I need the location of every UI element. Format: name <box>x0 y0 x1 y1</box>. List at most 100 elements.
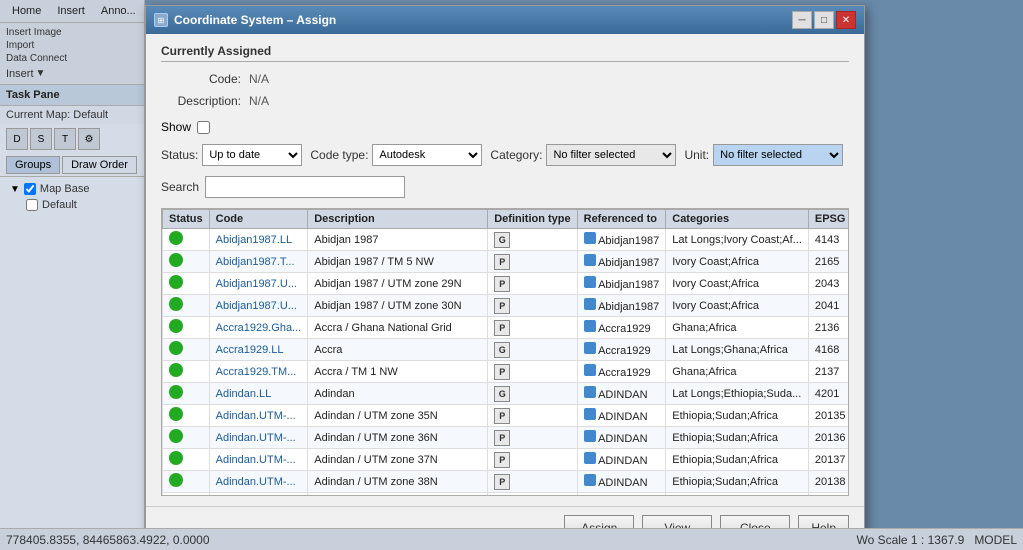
deftype-badge: P <box>494 298 510 314</box>
table-row[interactable]: Adindan.UTM-...Adindan / UTM zone 37NP A… <box>163 449 849 471</box>
cell-epsg: 20136 <box>808 427 848 449</box>
status-select[interactable]: Up to date <box>202 144 302 166</box>
table-row[interactable]: Adindan.UTM-...Adindan / UTM zone 36NP A… <box>163 427 849 449</box>
menu-home[interactable]: Home <box>4 2 49 20</box>
deftype-badge: P <box>494 364 510 380</box>
category-select[interactable]: No filter selected <box>546 144 676 166</box>
table-row[interactable]: Accra1929.Gha...Accra / Ghana National G… <box>163 317 849 339</box>
status-ok-icon <box>169 297 183 311</box>
table-row[interactable]: Accra1929.LLAccraG Accra1929Lat Longs;Gh… <box>163 339 849 361</box>
cell-code: Adindan.UTM-... <box>209 449 308 471</box>
cell-code: Abidjan1987.T... <box>209 251 308 273</box>
deftype-badge: P <box>494 452 510 468</box>
ref-icon <box>584 232 596 244</box>
cell-epsg: 20138 <box>808 471 848 493</box>
deftype-badge: G <box>494 342 510 358</box>
cell-referenced: ADINDAN <box>577 405 666 427</box>
table-row[interactable]: Accra1929.TM...Accra / TM 1 NWP Accra192… <box>163 361 849 383</box>
table-icon[interactable]: T <box>54 128 76 150</box>
cell-description: Abidjan 1987 <box>308 229 488 251</box>
cell-description: Adindan / UTM zone 36N <box>308 427 488 449</box>
cell-epsg: 20135 <box>808 405 848 427</box>
status-ok-icon <box>169 363 183 377</box>
menu-anno[interactable]: Anno... <box>93 2 144 20</box>
minimize-button[interactable]: ─ <box>792 11 812 29</box>
table-scroll[interactable]: Status Code Description Definition type … <box>162 209 848 495</box>
table-row[interactable]: Adindan.LLAdindanG ADINDANLat Longs;Ethi… <box>163 383 849 405</box>
cell-referenced: Accra1929 <box>577 317 666 339</box>
codetype-label: Code type: <box>310 148 368 162</box>
ref-icon <box>584 254 596 266</box>
ref-icon <box>584 342 596 354</box>
draw-order-button[interactable]: Draw Order <box>62 156 137 174</box>
cell-deftype: P <box>488 361 577 383</box>
description-value: N/A <box>249 94 269 108</box>
cell-epsg: - <box>808 493 848 496</box>
table-row[interactable]: Abidjan1987.U...Abidjan 1987 / UTM zone … <box>163 273 849 295</box>
cell-code: Adindan.UTM-... <box>209 471 308 493</box>
table-container: Status Code Description Definition type … <box>161 208 849 496</box>
cell-epsg: 2136 <box>808 317 848 339</box>
code-row: Code: N/A <box>161 72 849 86</box>
map-base-checkbox[interactable] <box>24 183 36 195</box>
cell-status <box>163 471 210 493</box>
cell-referenced: Accra1929 <box>577 339 666 361</box>
cell-description: Adindan / UTM zone 38N <box>308 471 488 493</box>
app-toolbar: Home Insert Anno... <box>0 0 144 23</box>
filter-row: Status: Up to date Code type: Autodesk C… <box>161 144 849 166</box>
category-filter: Category: No filter selected <box>490 144 676 166</box>
menu-insert[interactable]: Insert <box>49 2 93 20</box>
cell-referenced: Abidjan1987 <box>577 273 666 295</box>
cell-referenced: ADINDAN <box>577 449 666 471</box>
cell-code: Accra1929.LL <box>209 339 308 361</box>
cell-categories: Lat Longs <box>666 493 809 496</box>
tool-icons: D S T ⚙ <box>0 124 144 154</box>
table-row[interactable]: Abidjan1987.LLAbidjan 1987G Abidjan1987L… <box>163 229 849 251</box>
status-ok-icon <box>169 385 183 399</box>
table-row[interactable]: Abidjan1987.U...Abidjan 1987 / UTM zone … <box>163 295 849 317</box>
groups-button[interactable]: Groups <box>6 156 60 174</box>
cell-status <box>163 317 210 339</box>
cell-deftype: P <box>488 251 577 273</box>
cell-categories: Ghana;Africa <box>666 361 809 383</box>
cell-deftype: G <box>488 493 577 496</box>
ref-icon <box>584 298 596 310</box>
unit-select[interactable]: No filter selected <box>713 144 843 166</box>
table-row[interactable]: ADOS714.LLADOS714.LL Automatically gener… <box>163 493 849 496</box>
map-base-label: Map Base <box>40 183 90 195</box>
data-icon[interactable]: D <box>6 128 28 150</box>
table-row[interactable]: Abidjan1987.T...Abidjan 1987 / TM 5 NWP … <box>163 251 849 273</box>
status-ok-icon <box>169 231 183 245</box>
cell-status <box>163 361 210 383</box>
cell-code: Accra1929.TM... <box>209 361 308 383</box>
cell-epsg: 2165 <box>808 251 848 273</box>
cell-description: Adindan <box>308 383 488 405</box>
status-bar: 778405.8355, 84465863.4922, 0.0000 Wo Sc… <box>0 528 1023 550</box>
search-input[interactable] <box>205 176 405 198</box>
cell-referenced: ADOS714 <box>577 493 666 496</box>
cell-deftype: P <box>488 405 577 427</box>
cell-code: ADOS714.LL <box>209 493 308 496</box>
default-checkbox[interactable] <box>26 199 38 211</box>
cell-description: Adindan / UTM zone 35N <box>308 405 488 427</box>
style-icon[interactable]: S <box>30 128 52 150</box>
show-checkbox[interactable] <box>197 121 210 134</box>
close-title-button[interactable]: ✕ <box>836 11 856 29</box>
table-row[interactable]: Adindan.UTM-...Adindan / UTM zone 38NP A… <box>163 471 849 493</box>
cell-code: Abidjan1987.LL <box>209 229 308 251</box>
status-ok-icon <box>169 407 183 421</box>
table-row[interactable]: Adindan.UTM-...Adindan / UTM zone 35NP A… <box>163 405 849 427</box>
cell-epsg: 2043 <box>808 273 848 295</box>
codetype-select[interactable]: Autodesk <box>372 144 482 166</box>
cell-status <box>163 427 210 449</box>
col-deftype: Definition type <box>488 210 577 229</box>
cell-referenced: ADINDAN <box>577 471 666 493</box>
maximize-button[interactable]: □ <box>814 11 834 29</box>
app-menu-bar: Home Insert Anno... <box>4 2 140 20</box>
tools-icon[interactable]: ⚙ <box>78 128 100 150</box>
cell-status <box>163 449 210 471</box>
cell-referenced: ADINDAN <box>577 383 666 405</box>
category-label: Category: <box>490 148 542 162</box>
cell-code: Accra1929.Gha... <box>209 317 308 339</box>
title-bar-left: ⊞ Coordinate System – Assign <box>154 13 336 27</box>
